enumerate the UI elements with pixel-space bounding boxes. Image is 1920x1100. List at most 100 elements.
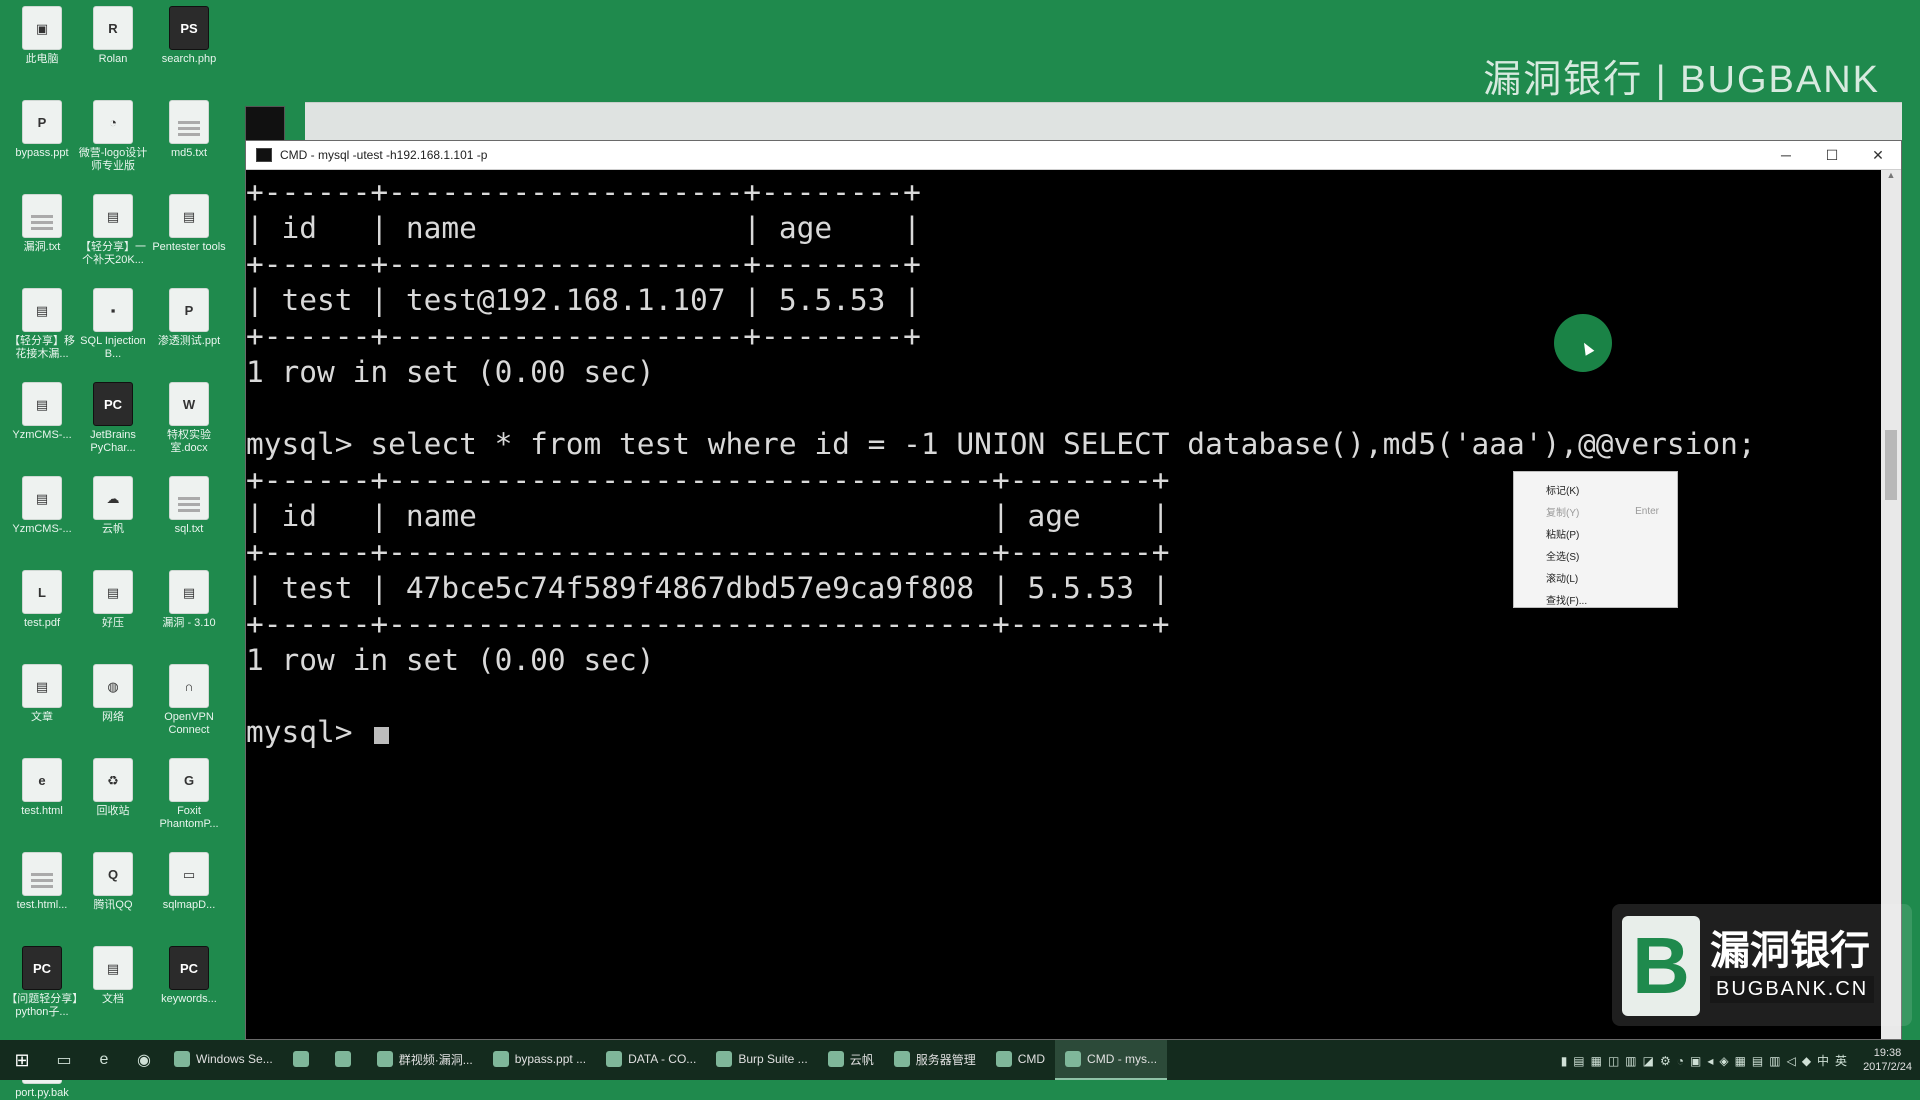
desktop-icon-image: ▤	[22, 382, 62, 426]
watermark-top: 漏洞银行 | BUGBANK	[1483, 59, 1880, 101]
taskbar-app-icon	[1065, 1051, 1082, 1067]
bugbank-logo: B 漏洞银行 BUGBANK.CN	[1612, 904, 1912, 1026]
desktop-icon[interactable]: e test.html	[4, 758, 80, 818]
scroll-thumb[interactable]	[1885, 430, 1897, 500]
cmd-title: CMD - mysql -utest -h192.168.1.101 -p	[280, 148, 488, 162]
desktop-icon[interactable]: sql.txt	[151, 476, 227, 536]
desktop-icon[interactable]: ▤ 文档	[75, 946, 151, 1006]
desktop-icon[interactable]: ▤ Pentester tools	[151, 194, 227, 254]
terminal-prompt-line[interactable]: mysql>	[246, 714, 1881, 750]
desktop-icon-label: 漏洞 - 3.10	[162, 617, 216, 629]
start-button[interactable]: ⊞	[0, 1040, 44, 1080]
desktop-icon-label: bypass.ppt	[15, 147, 69, 159]
desktop-icon-image: ▪	[93, 288, 133, 332]
cmd-titlebar[interactable]: CMD - mysql -utest -h192.168.1.101 -p ─ …	[246, 141, 1901, 170]
taskbar-item[interactable]: Burp Suite ...	[706, 1040, 817, 1080]
desktop-icon-label: 回收站	[96, 805, 130, 817]
desktop-icon[interactable]: ∩ OpenVPN Connect	[151, 664, 227, 737]
taskbar-item[interactable]: 服务器管理	[884, 1040, 986, 1080]
taskbar-item[interactable]: CMD	[986, 1040, 1055, 1080]
terminal-cursor	[374, 727, 390, 744]
clock[interactable]: 19:38 2017/2/24	[1863, 1046, 1912, 1074]
taskbar-item[interactable]: Windows Se...	[164, 1040, 283, 1080]
taskbar-item[interactable]: bypass.ppt ...	[483, 1040, 596, 1080]
context-menu-item[interactable]: 标记(K)	[1514, 478, 1677, 500]
desktop-icon-image: ▤	[93, 194, 133, 238]
desktop-icon[interactable]: PC 【问题轻分享】python子...	[4, 946, 80, 1019]
desktop-icon[interactable]: ◍ 网络	[75, 664, 151, 724]
desktop-icon[interactable]: ▤ 【轻分享】移花接木漏...	[4, 288, 80, 361]
desktop-icon[interactable]: ▤ YzmCMS-...	[4, 382, 80, 442]
desktop-icon[interactable]: PC JetBrains PyChar...	[75, 382, 151, 455]
desktop-icon[interactable]: ☁ 云帆	[75, 476, 151, 536]
tray-icons[interactable]: ▮▤▦◫▥◪⚙◔▣◂◈▦▤▥◁◆中英	[1561, 1052, 1853, 1069]
desktop-icon-label: YzmCMS-...	[12, 523, 72, 535]
desktop-icon[interactable]: G Foxit PhantomP...	[151, 758, 227, 831]
clock-date: 2017/2/24	[1863, 1061, 1912, 1073]
desktop-icon-image: G	[169, 758, 209, 802]
desktop-icon-label: port.py.bak	[15, 1087, 69, 1099]
desktop-icon[interactable]: Ltest.pdf	[4, 570, 80, 630]
desktop-icon-label: 【轻分享】一个补天20K...	[80, 241, 146, 266]
close-button[interactable]: ✕	[1855, 141, 1901, 169]
desktop-icon[interactable]: PS search.php	[151, 6, 227, 66]
taskbar-item-label: CMD - mys...	[1087, 1052, 1158, 1066]
context-menu-item[interactable]: 复制(Y) Enter	[1514, 500, 1677, 522]
desktop-icon[interactable]: R Rolan	[75, 6, 151, 66]
desktop-icon[interactable]: PC keywords...	[151, 946, 227, 1006]
desktop-icon[interactable]: ▤ YzmCMS-...	[4, 476, 80, 536]
scroll-up-arrow-icon[interactable]: ▲	[1881, 170, 1901, 186]
taskbar-item[interactable]	[325, 1040, 367, 1080]
edge-icon[interactable]: e	[84, 1040, 124, 1080]
taskbar-item-label: DATA - CO...	[628, 1052, 697, 1066]
desktop-icon[interactable]: W 特权实验室.docx	[151, 382, 227, 455]
desktop-icon[interactable]: ♻ 回收站	[75, 758, 151, 818]
background-window-toolbar[interactable]	[305, 102, 1902, 143]
taskbar-app-icon	[292, 1051, 309, 1067]
system-tray: ▮▤▦◫▥◪⚙◔▣◂◈▦▤▥◁◆中英 19:38 2017/2/24	[1561, 1046, 1920, 1074]
desktop-icon-label: 渗透测试.ppt	[157, 335, 221, 347]
desktop-icon[interactable]: Q 腾讯QQ	[75, 852, 151, 912]
desktop-icon[interactable]: ▤ 文章	[4, 664, 80, 724]
desktop-icon-label: JetBrains PyChar...	[90, 429, 136, 454]
desktop-icon-image: PC	[22, 946, 62, 990]
minimize-button[interactable]: ─	[1763, 141, 1809, 169]
desktop-icon[interactable]: md5.txt	[151, 100, 227, 160]
taskbar-app-icon	[334, 1051, 351, 1067]
desktop-icon[interactable]: ▤ 【轻分享】一个补天20K...	[75, 194, 151, 267]
desktop-icon-image: ▤	[22, 476, 62, 520]
terminal-line: +------+--------------------------------…	[246, 607, 1170, 641]
desktop-icon[interactable]: P 渗透测试.ppt	[151, 288, 227, 348]
context-menu-item[interactable]: 查找(F)...	[1514, 588, 1677, 610]
desktop-icon[interactable]: Pbypass.ppt	[4, 100, 80, 160]
context-menu-item[interactable]: 全选(S)	[1514, 544, 1677, 566]
terminal-line: | id | name | age |	[246, 211, 921, 245]
taskbar-item[interactable]: CMD - mys...	[1055, 1040, 1168, 1080]
desktop-icon-label: 漏洞.txt	[23, 241, 61, 253]
task-view-icon[interactable]: ▭	[44, 1040, 84, 1080]
desktop-icon-label: keywords...	[161, 993, 217, 1005]
context-menu-item-label: 复制(Y)	[1546, 507, 1580, 519]
app-icon[interactable]: ◉	[124, 1040, 164, 1080]
desktop-icon-image: PC	[169, 946, 209, 990]
desktop-icon[interactable]: ▣ 此电脑	[4, 6, 80, 66]
desktop-icon[interactable]: ◔ 微营-logo设计师专业版	[75, 100, 151, 173]
context-menu[interactable]: 标记(K) 复制(Y) Enter 粘贴(P) 全选(S) 滚动(L) 查找(F)...	[1513, 471, 1678, 608]
taskbar-item[interactable]: 群视频·漏洞...	[367, 1040, 483, 1080]
desktop-icon[interactable]: ▭ sqlmapD...	[151, 852, 227, 912]
desktop-icon[interactable]: test.html...	[4, 852, 80, 912]
desktop-icon[interactable]: ▪ SQL Injection B...	[75, 288, 151, 361]
desktop-icon-image: PS	[169, 6, 209, 50]
context-menu-item[interactable]: 滚动(L)	[1514, 566, 1677, 588]
context-menu-item[interactable]: 粘贴(P)	[1514, 522, 1677, 544]
desktop-icon[interactable]: 漏洞.txt	[4, 194, 80, 254]
background-window-thumbnail[interactable]	[245, 106, 285, 142]
taskbar-item[interactable]	[283, 1040, 325, 1080]
desktop-icon[interactable]: ▤ 漏洞 - 3.10	[151, 570, 227, 630]
desktop-icon[interactable]: ▤ 好压	[75, 570, 151, 630]
taskbar-item[interactable]: DATA - CO...	[596, 1040, 706, 1080]
taskbar-item[interactable]: 云帆	[818, 1040, 884, 1080]
maximize-button[interactable]: ☐	[1809, 141, 1855, 169]
